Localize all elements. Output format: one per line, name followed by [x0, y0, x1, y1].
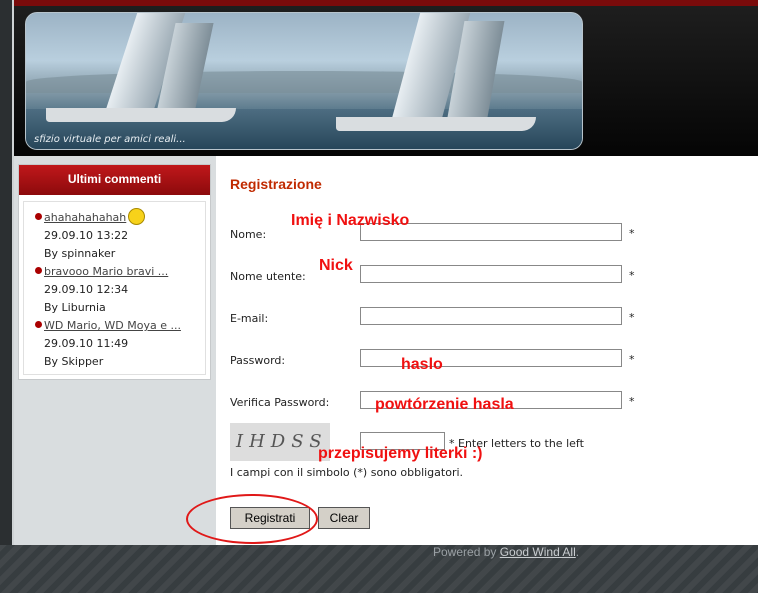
required-mark: *	[629, 311, 635, 324]
name-label: Nome:	[230, 228, 267, 241]
footer-link[interactable]: Good Wind All	[500, 545, 576, 559]
required-mark: *	[629, 353, 635, 366]
bullet-icon	[35, 267, 42, 274]
annotation-password: haslo	[401, 356, 443, 373]
username-input[interactable]	[360, 265, 622, 283]
annotation-captcha: przepisujemy literki :)	[318, 445, 483, 462]
comments-list: ahahahahahah 29.09.10 13:22 By spinnaker…	[23, 201, 206, 375]
left-edge	[0, 0, 14, 545]
password-input[interactable]	[360, 349, 622, 367]
annotation-username: Nick	[319, 257, 353, 274]
hull-right	[336, 117, 536, 131]
comment-item: WD Mario, WD Moya e ... 29.09.10 11:49 B…	[24, 317, 205, 371]
sidebar: Ultimi commenti ahahahahahah 29.09.10 13…	[14, 156, 216, 545]
footer-prefix: Powered by	[433, 545, 497, 559]
comment-date: 29.09.10 11:49	[44, 337, 129, 350]
comment-author: By Liburnia	[44, 301, 106, 314]
annotation-name: Imię i Nazwisko	[291, 212, 410, 229]
page-title: Registrazione	[230, 176, 322, 192]
footer: Powered by Good Wind All.	[433, 545, 579, 559]
required-mark: *	[629, 395, 635, 408]
verify-password-label: Verifica Password:	[230, 396, 330, 409]
clear-button[interactable]: Clear	[318, 507, 370, 529]
comment-author: By Skipper	[44, 355, 104, 368]
comment-date: 29.09.10 12:34	[44, 283, 129, 296]
hull-left	[46, 108, 236, 122]
comment-link[interactable]: WD Mario, WD Moya e ...	[44, 317, 181, 335]
comment-date: 29.09.10 13:22	[44, 229, 129, 242]
highlight-ellipse	[186, 494, 318, 544]
email-label: E-mail:	[230, 312, 269, 325]
comment-item: ahahahahahah 29.09.10 13:22 By spinnaker	[24, 207, 205, 263]
username-label: Nome utente:	[230, 270, 306, 283]
required-mark: *	[629, 227, 635, 240]
banner-hills	[26, 71, 582, 93]
comment-link[interactable]: ahahahahahah	[44, 209, 126, 227]
comment-item: bravooo Mario bravi ... 29.09.10 12:34 B…	[24, 263, 205, 317]
recent-comments-widget: Ultimi commenti ahahahahahah 29.09.10 13…	[18, 164, 211, 380]
captcha-image: IHDSS	[230, 423, 330, 461]
password-label: Password:	[230, 354, 286, 367]
email-input[interactable]	[360, 307, 622, 325]
comment-author: By spinnaker	[44, 247, 116, 260]
footer-suffix: .	[575, 545, 580, 559]
bullet-icon	[35, 321, 42, 328]
banner-tagline: sfizio virtuale per amici reali...	[34, 134, 186, 145]
required-mark: *	[629, 269, 635, 282]
bullet-icon	[35, 213, 42, 220]
widget-title: Ultimi commenti	[19, 165, 210, 195]
comment-link[interactable]: bravooo Mario bravi ...	[44, 263, 168, 281]
header-banner: sfizio virtuale per amici reali...	[25, 12, 583, 150]
annotation-verify-password: powtórzenie hasla	[375, 396, 514, 413]
smiley-icon	[128, 207, 146, 225]
required-note: I campi con il simbolo (*) sono obbligat…	[230, 466, 464, 479]
